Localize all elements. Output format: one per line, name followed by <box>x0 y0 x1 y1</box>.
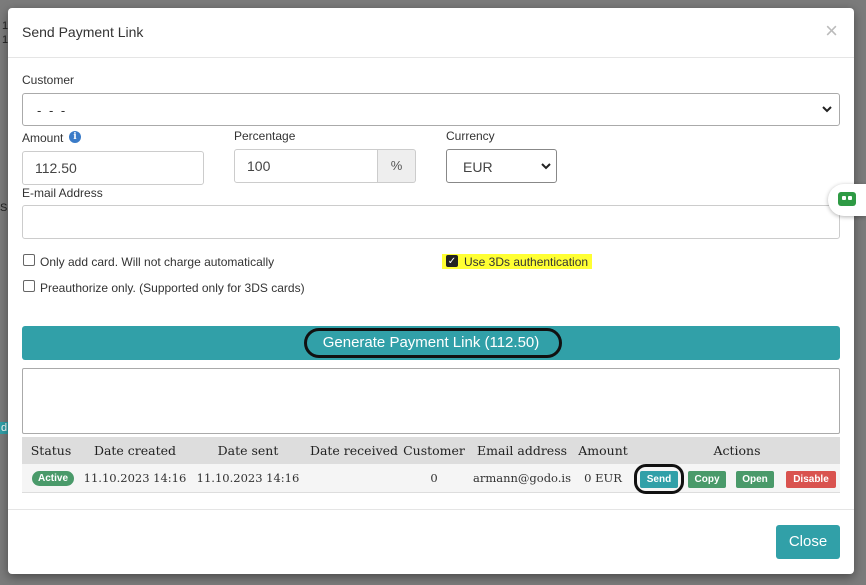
header-actions: Actions <box>713 443 761 458</box>
customer-cell: 0 <box>430 471 438 485</box>
customer-select-value: - - - <box>37 103 68 118</box>
header-status: Status <box>30 443 72 458</box>
chat-widget-icon <box>838 192 856 206</box>
email-cell: armann@godo.is <box>472 471 572 485</box>
customer-select[interactable]: - - - <box>22 93 840 126</box>
status-badge: Active <box>31 470 74 486</box>
header-date-received: Date received <box>309 443 399 458</box>
copy-button[interactable]: Copy <box>688 471 726 488</box>
date-created-cell: 11.10.2023 14:16 <box>83 471 187 485</box>
payment-links-table: Status Date created Date sent Date recei… <box>22 437 840 494</box>
chat-widget[interactable] <box>828 184 866 216</box>
percentage-input-value: 100 <box>247 158 271 174</box>
background-text-fragment: d <box>0 422 9 434</box>
currency-select-value: EUR <box>463 159 493 175</box>
status-cell: Active <box>26 464 80 492</box>
modal-header: Send Payment Link × <box>8 8 854 58</box>
amount-label: Amount <box>22 131 64 145</box>
annotation-circle <box>634 464 684 494</box>
table-row: Active 11.10.2023 14:16 11.10.2023 14:16… <box>22 464 840 494</box>
customer-label: Customer <box>22 73 75 87</box>
preauthorize-checkbox[interactable] <box>23 280 35 292</box>
header-date-sent: Date sent <box>217 443 279 458</box>
payment-link-output[interactable] <box>22 368 840 434</box>
date-received-cell <box>308 464 400 492</box>
table-header: Status Date created Date sent Date recei… <box>22 437 840 464</box>
percentage-input[interactable]: 100 <box>234 149 378 183</box>
modal-title: Send Payment Link <box>22 24 144 40</box>
use-3ds-checkbox[interactable]: ✓ <box>446 255 458 267</box>
close-button[interactable]: Close <box>776 525 840 559</box>
header-date-created: Date created <box>93 443 177 458</box>
background-text-fragment: S <box>0 202 8 214</box>
disable-button[interactable]: Disable <box>786 471 836 488</box>
annotation-circle <box>304 328 562 358</box>
percentage-label: Percentage <box>234 129 296 143</box>
only-add-card-label: Only add card. Will not charge automatic… <box>40 255 275 269</box>
currency-select[interactable]: EUR <box>446 149 557 183</box>
preauthorize-label: Preauthorize only. (Supported only for 3… <box>40 281 305 295</box>
open-button[interactable]: Open <box>736 471 774 488</box>
amount-input[interactable]: 112.50 <box>22 151 204 185</box>
footer-divider <box>8 509 854 510</box>
amount-input-value: 112.50 <box>35 160 77 176</box>
email-field[interactable] <box>22 205 840 239</box>
chevron-down-icon <box>541 163 551 170</box>
header-email: Email address <box>476 443 568 458</box>
email-label: E-mail Address <box>22 186 103 200</box>
close-icon[interactable]: × <box>825 20 838 42</box>
percentage-addon: % <box>378 149 416 183</box>
send-payment-link-modal: Send Payment Link × Customer - - - Amoun… <box>8 8 854 574</box>
amount-cell: 0 EUR <box>584 471 622 485</box>
date-sent-cell: 11.10.2023 14:16 <box>196 471 300 485</box>
info-icon[interactable]: i <box>69 131 81 143</box>
only-add-card-checkbox[interactable] <box>23 254 35 266</box>
header-amount: Amount <box>578 443 628 458</box>
chevron-down-icon <box>822 106 832 113</box>
use-3ds-label: Use 3Ds authentication <box>464 255 589 269</box>
header-customer: Customer <box>403 443 465 458</box>
currency-label: Currency <box>446 129 495 143</box>
